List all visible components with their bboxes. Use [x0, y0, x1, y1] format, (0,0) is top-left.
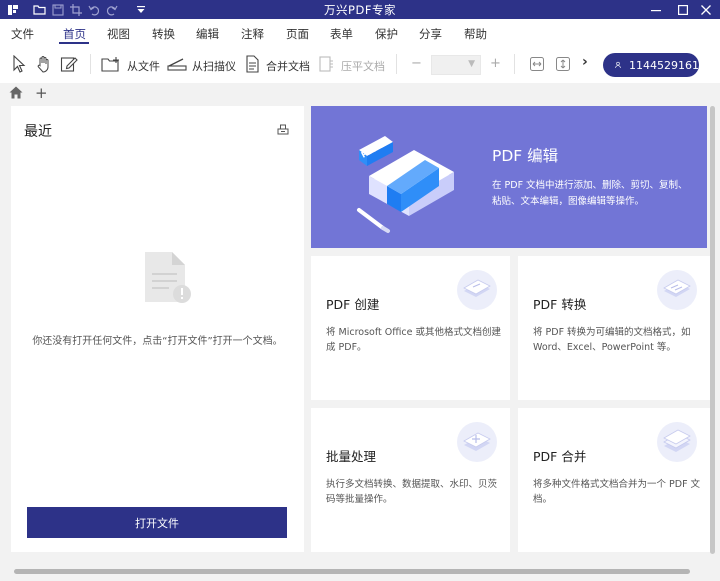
vertical-scrollbar[interactable]	[710, 106, 715, 554]
zoom-out-button[interactable]: −	[411, 56, 422, 71]
flatten-document-icon	[316, 54, 336, 74]
menu-convert[interactable]: 转换	[152, 26, 175, 42]
pdf-create-description: 将 Microsoft Office 或其他格式文档创建成 PDF。	[326, 327, 502, 353]
menu-edit[interactable]: 编辑	[196, 26, 219, 42]
title-bar: 万兴PDF专家	[0, 0, 720, 19]
pdf-create-title: PDF 创建	[326, 297, 380, 312]
pdf-create-icon	[456, 269, 498, 311]
menu-help[interactable]: 帮助	[464, 26, 487, 42]
empty-recent-message: 你还没有打开任何文件，点击“打开文件”打开一个文档。	[32, 336, 283, 347]
toolbar: 从文件 从扫描仪 合并文档 压平文档 − ▼ + › 1144529161	[0, 44, 720, 83]
batch-process-card[interactable]: 批量处理 执行多文档转换、数据提取、水印、贝茨码等批量操作。	[311, 408, 510, 552]
fit-page-icon[interactable]	[553, 54, 573, 74]
account-button[interactable]: 1144529161	[603, 53, 699, 77]
edit-tool-icon[interactable]	[59, 54, 79, 74]
horizontal-scrollbar[interactable]	[14, 569, 690, 574]
account-id: 1144529161	[629, 58, 699, 72]
new-from-file-label[interactable]: 从文件	[127, 58, 160, 74]
pdf-edit-illustration-icon: PDF	[339, 122, 489, 242]
zoom-in-button[interactable]: +	[490, 56, 501, 71]
merge-documents-label[interactable]: 合并文档	[266, 58, 310, 74]
pdf-merge-title: PDF 合并	[533, 449, 587, 464]
recent-title: 最近	[24, 124, 52, 140]
pdf-edit-card[interactable]: PDF PDF 编辑 在 PDF 文档中进行添加、删除、剪切、复制、粘贴、文本编…	[311, 106, 707, 248]
select-tool-icon[interactable]	[9, 54, 29, 74]
hand-tool-icon[interactable]	[34, 54, 54, 74]
new-tab-button[interactable]: +	[35, 84, 48, 102]
batch-process-icon	[456, 421, 498, 463]
batch-process-title: 批量处理	[326, 449, 377, 464]
pdf-convert-description: 将 PDF 转换为可编辑的文档格式，如 Word、Excel、PowerPoin…	[533, 327, 691, 353]
pdf-convert-card[interactable]: PDF 转换 将 PDF 转换为可编辑的文档格式，如 Word、Excel、Po…	[518, 256, 710, 400]
toolbar-separator	[514, 54, 515, 74]
clear-recent-icon[interactable]	[277, 123, 291, 137]
new-from-file-icon[interactable]	[101, 54, 121, 74]
toolbar-separator	[396, 54, 397, 74]
user-icon	[615, 61, 621, 69]
close-icon[interactable]	[692, 0, 720, 19]
menu-comment[interactable]: 注释	[241, 26, 264, 42]
more-tools-button[interactable]: ›	[582, 54, 588, 70]
pdf-merge-card[interactable]: PDF 合并 将多种文件格式文档合并为一个 PDF 文档。	[518, 408, 710, 552]
toolbar-separator	[90, 54, 91, 74]
minimize-icon[interactable]	[642, 0, 670, 19]
menu-view[interactable]: 视图	[107, 26, 130, 42]
batch-process-description: 执行多文档转换、数据提取、水印、贝茨码等批量操作。	[326, 479, 498, 505]
pdf-create-card[interactable]: PDF 创建 将 Microsoft Office 或其他格式文档创建成 PDF…	[311, 256, 510, 400]
home-tab-icon[interactable]	[9, 86, 23, 100]
flatten-document-label: 压平文档	[341, 60, 385, 73]
menu-form[interactable]: 表单	[330, 26, 353, 42]
empty-document-icon	[141, 250, 193, 306]
pdf-convert-title: PDF 转换	[533, 297, 587, 312]
pdf-edit-title: PDF 编辑	[492, 147, 559, 165]
zoom-level-select[interactable]: ▼	[431, 55, 481, 75]
tab-strip: +	[0, 83, 720, 103]
menu-file[interactable]: 文件	[11, 26, 34, 42]
pdf-merge-icon	[656, 421, 698, 463]
merge-documents-icon[interactable]	[242, 54, 262, 74]
fit-width-icon[interactable]	[527, 54, 547, 74]
menu-home[interactable]: 首页	[63, 26, 86, 42]
menu-page[interactable]: 页面	[286, 26, 309, 42]
pdf-convert-icon	[656, 269, 698, 311]
menu-bar: 文件 首页 视图 转换 编辑 注释 页面 表单 保护 分享 帮助	[0, 19, 720, 44]
recent-files-panel: 最近 你还没有打开任何文件，点击“打开文件”打开一个文档。 打开文件	[11, 106, 304, 552]
from-scanner-label[interactable]: 从扫描仪	[192, 58, 236, 74]
pdf-edit-description: 在 PDF 文档中进行添加、删除、剪切、复制、粘贴、文本编辑，图像编辑等操作。	[492, 180, 688, 207]
scanner-icon[interactable]	[167, 54, 187, 74]
pdf-merge-description: 将多种文件格式文档合并为一个 PDF 文档。	[533, 479, 701, 505]
menu-protect[interactable]: 保护	[375, 26, 398, 42]
menu-share[interactable]: 分享	[419, 26, 442, 42]
open-file-button[interactable]: 打开文件	[27, 507, 287, 538]
window-title: 万兴PDF专家	[324, 3, 396, 17]
chevron-down-icon: ▼	[468, 59, 475, 69]
